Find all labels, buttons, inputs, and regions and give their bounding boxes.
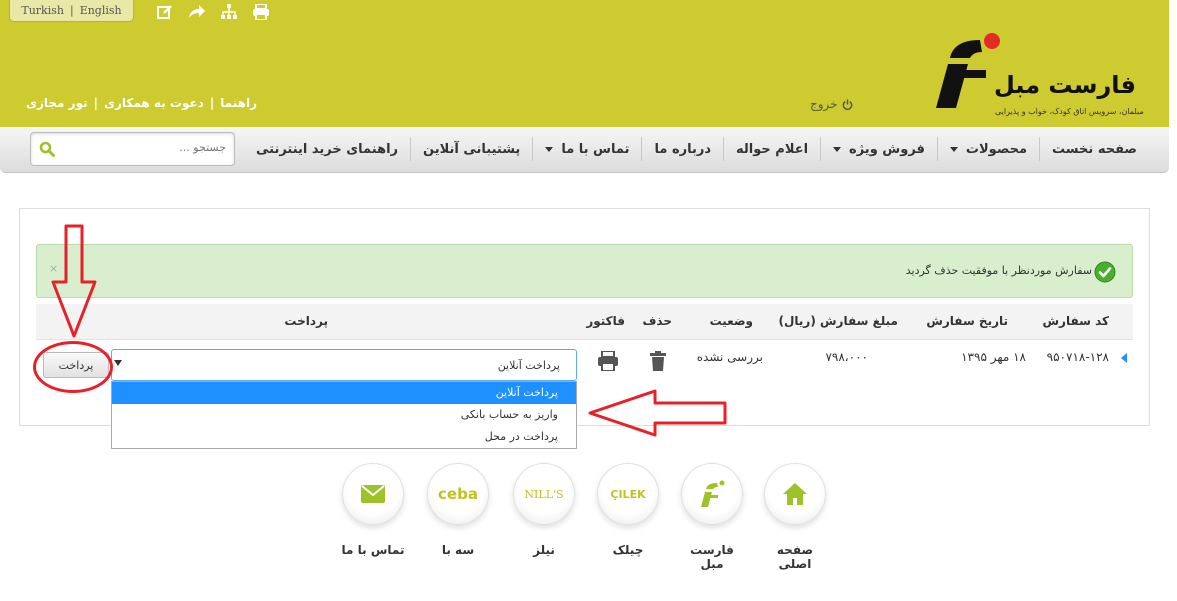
- footer-cilek[interactable]: ÇILEK چیلک: [595, 463, 661, 557]
- footer-forest-label: فارست مبل: [690, 543, 734, 571]
- nills-logo-icon: NILL'S: [513, 463, 575, 525]
- footer-nills[interactable]: NILL'S نیلز: [511, 463, 577, 557]
- annotation-arrows: [51, 224, 727, 437]
- forest-logo-icon: [681, 463, 743, 525]
- footer-contact[interactable]: تماس با ما: [340, 463, 406, 557]
- cilek-brand-text: ÇILEK: [610, 487, 646, 501]
- ceba-logo-icon: ceba: [427, 463, 489, 525]
- nills-brand-text: NILL'S: [524, 487, 564, 501]
- footer-contact-label: تماس با ما: [341, 543, 405, 557]
- footer-nills-label: نیلز: [533, 543, 555, 557]
- ceba-brand-text: ceba: [438, 485, 478, 503]
- footer-forest[interactable]: فارست مبل: [679, 463, 745, 571]
- cilek-logo-icon: ÇILEK: [597, 463, 659, 525]
- footer-home[interactable]: صفحه اصلی: [762, 463, 828, 571]
- home-icon: [764, 463, 826, 525]
- footer-ceba-label: سه با: [441, 543, 475, 557]
- footer-ceba[interactable]: ceba سه با: [425, 463, 491, 557]
- footer-home-label: صفحه اصلی: [776, 543, 814, 571]
- mail-icon: [342, 463, 404, 525]
- footer-cilek-label: چیلک: [612, 543, 644, 557]
